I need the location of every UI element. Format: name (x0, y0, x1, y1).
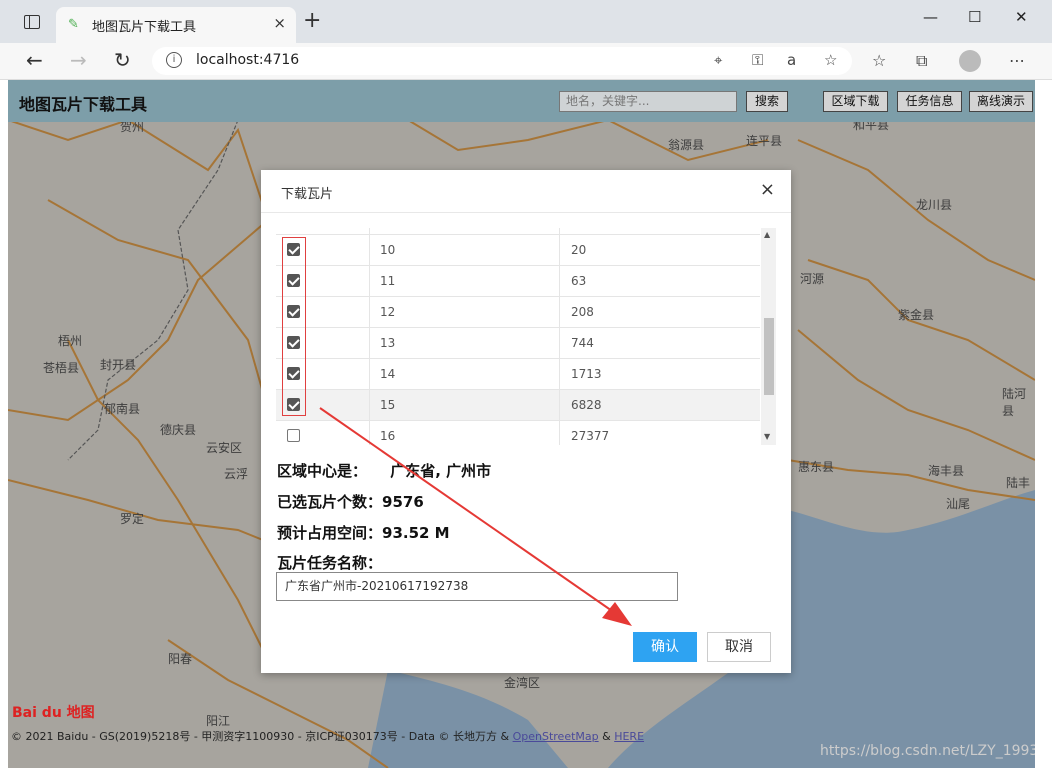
count-cell: 6828 (571, 398, 602, 412)
table-scrollbar[interactable]: ▲ ▼ (761, 228, 776, 445)
app-title: 地图瓦片下载工具 (19, 95, 148, 114)
estimated-space-label: 预计占用空间： (277, 524, 383, 542)
dialog-close-button[interactable]: × (760, 179, 775, 200)
search-input[interactable]: 地名，关键字... (559, 91, 737, 112)
page: 贺州 梧州 苍梧县 封开县 郁南县 德庆县 云安区 云浮 罗定 阳春 阳江 翁源… (8, 80, 1035, 768)
profile-avatar[interactable] (959, 50, 981, 72)
region-center-value: 广东省, 广州市 (390, 462, 492, 480)
confirm-button[interactable]: 确认 (633, 632, 697, 662)
zoom-level-table: 10 20 11 63 12 208 13 744 14 1713 15 682… (276, 228, 776, 445)
level-cell: 11 (370, 266, 560, 296)
tab-title: 地图瓦片下载工具 (92, 20, 197, 35)
selected-tiles: 已选瓦片个数：9576 (277, 491, 424, 512)
table-row: 11 63 (276, 265, 760, 296)
copyright-text: © 2021 Baidu - GS(2019)5218号 - 甲测资字11009… (11, 730, 513, 743)
level-cell: 12 (370, 297, 560, 327)
tab-actions-icon[interactable] (24, 15, 40, 29)
dialog-header: 下载瓦片 × (261, 170, 791, 213)
checkbox-cell (276, 421, 370, 445)
annotation-highlight-box (282, 237, 306, 416)
count-cell: 20 (571, 243, 587, 257)
browser-toolbar: ← → ↻ i localhost:4716 ⌖ ⚿ a ☆ ☆ ⧉ ⋯ (0, 43, 1052, 80)
back-icon[interactable]: ← (26, 48, 43, 72)
new-tab-button[interactable]: + (303, 10, 321, 32)
cancel-button[interactable]: 取消 (707, 632, 771, 662)
forward-icon[interactable]: → (70, 48, 87, 72)
estimated-space-value: 93.52 M (382, 524, 450, 542)
app-header: 地图瓦片下载工具 地名，关键字... 搜索 区域下载 任务信息 离线演示 (8, 80, 1035, 122)
watermark: https://blog.csdn.net/LZY_1993 (820, 743, 1035, 759)
task-name-label: 瓦片任务名称： (277, 554, 383, 572)
table-row: 13 744 (276, 327, 760, 358)
selected-tiles-value: 9576 (382, 493, 424, 511)
download-tiles-dialog: 下载瓦片 × 10 20 11 63 12 208 13 744 14 1713… (261, 170, 791, 673)
more-menu-icon[interactable]: ⋯ (1009, 51, 1025, 70)
count-cell: 63 (571, 274, 587, 288)
location-icon[interactable]: ⌖ (714, 51, 722, 69)
copyright-and: & (598, 730, 615, 743)
scroll-up-icon[interactable]: ▲ (764, 230, 770, 239)
level-cell: 15 (370, 390, 560, 420)
key-icon[interactable]: ⚿ (752, 51, 763, 69)
table-row: 15 6828 (276, 389, 760, 420)
search-button[interactable]: 搜索 (746, 91, 788, 112)
table-row: 12 208 (276, 296, 760, 327)
favorites-icon[interactable]: ☆ (872, 51, 886, 70)
site-info-icon[interactable]: i (166, 52, 182, 68)
favorite-add-icon[interactable]: ☆ (824, 51, 837, 69)
estimated-space: 预计占用空间：93.52 M (277, 522, 450, 543)
minimize-icon[interactable]: — (923, 8, 938, 26)
level-checkbox[interactable] (287, 429, 300, 442)
table-row: 14 1713 (276, 358, 760, 389)
count-cell: 1713 (571, 367, 602, 381)
table-row: 10 20 (276, 234, 760, 265)
url-text[interactable]: localhost:4716 (196, 52, 299, 68)
reload-icon[interactable]: ↻ (114, 48, 131, 72)
task-name-input[interactable]: 广东省广州市-20210617192738 (276, 572, 678, 601)
close-tab-button[interactable]: × (273, 14, 286, 32)
dialog-title: 下载瓦片 (281, 187, 334, 202)
browser-titlebar: ✎ 地图瓦片下载工具 × + — ☐ ✕ (0, 0, 1052, 43)
osm-link[interactable]: OpenStreetMap (513, 730, 599, 743)
address-bar[interactable]: i localhost:4716 ⌖ ⚿ a ☆ (152, 47, 852, 75)
level-cell: 16 (370, 421, 560, 445)
region-center: 区域中心是： 广东省, 广州市 (277, 460, 491, 481)
level-cell: 13 (370, 328, 560, 358)
level-cell: 10 (370, 235, 560, 265)
close-window-icon[interactable]: ✕ (1015, 8, 1028, 26)
scrollbar-thumb[interactable] (764, 318, 774, 395)
here-link[interactable]: HERE (614, 730, 644, 743)
count-cell: 744 (571, 336, 594, 350)
maximize-icon[interactable]: ☐ (968, 8, 981, 26)
favicon-icon: ✎ (68, 17, 79, 32)
collections-icon[interactable]: ⧉ (916, 51, 927, 71)
count-cell: 27377 (571, 429, 610, 443)
task-info-button[interactable]: 任务信息 (897, 91, 962, 112)
map-copyright: © 2021 Baidu - GS(2019)5218号 - 甲测资字11009… (11, 728, 644, 744)
region-download-button[interactable]: 区域下载 (823, 91, 888, 112)
read-aloud-icon[interactable]: a (787, 51, 796, 69)
selected-tiles-label: 已选瓦片个数： (277, 493, 383, 511)
offline-demo-button[interactable]: 离线演示 (969, 91, 1033, 112)
scroll-down-icon[interactable]: ▼ (764, 432, 770, 441)
count-cell: 208 (571, 305, 594, 319)
baidu-logo: Bai du 地图 (12, 705, 95, 721)
table-row: 16 27377 (276, 420, 760, 445)
level-cell: 14 (370, 359, 560, 389)
browser-tab[interactable]: ✎ 地图瓦片下载工具 × (56, 7, 296, 43)
region-center-label: 区域中心是： (277, 462, 368, 480)
